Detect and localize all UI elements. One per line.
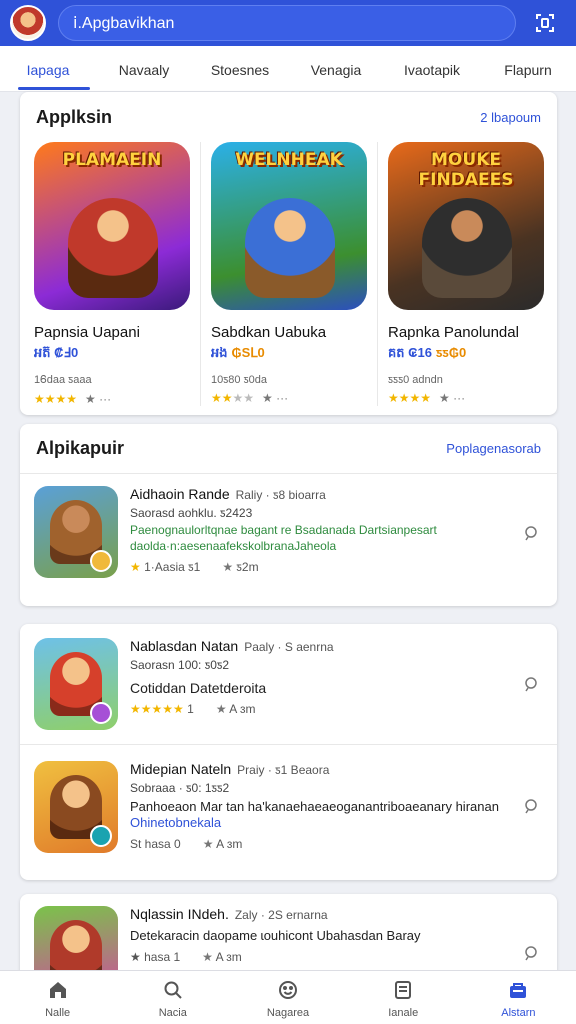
app-rating: ★★★★ ★ ··· [211, 391, 289, 405]
home-icon [0, 979, 115, 1003]
tab-2[interactable]: Navaaly [96, 46, 192, 92]
smiley-icon [230, 979, 345, 1003]
app-price: គត ₢16 ƽƽ₲0 [388, 345, 467, 360]
app-cover-title: WELNHEAK [235, 150, 343, 170]
app-cover-image: MOUKE FINDAEES [388, 142, 544, 310]
nav-games[interactable]: Nagarea [230, 971, 345, 1024]
bag-icon [461, 979, 576, 1003]
app-rating: ★ hasa 1 ★ A ɜm [130, 950, 242, 964]
app-icon [34, 638, 118, 730]
app-meta: 10ƽ80 ƽ0da [211, 374, 267, 386]
bottom-navigation: Nalle Nacia Nagarea Ianale Alstarn [0, 970, 576, 1024]
list-icon [346, 979, 461, 1003]
app-meta: Saorasd aohklu. ƽ2423 [130, 506, 253, 520]
app-cover-title: MOUKE FINDAEES [418, 150, 514, 190]
app-meta: ƽƽƽ0 adndn [388, 374, 443, 386]
featured-card: Applksin 2 lbapoum PLAMAEIN Papnsia Uapa… [20, 92, 557, 415]
search-input[interactable]: ⅰ.Apgbavikhan [58, 5, 516, 41]
comment-icon[interactable] [523, 798, 539, 817]
category-tabs: Iapaga Navaaly Stoesnes Venagia Ivaotapi… [0, 46, 576, 92]
featured-see-all-link[interactable]: 2 lbapoum [480, 110, 541, 125]
app-price: អត៊ ₡Ⅎ0 [34, 345, 79, 360]
featured-app[interactable]: WELNHEAK Sabdkan Uabuka អង ₲SⅬ0 10ƽ80 ƽ0d… [200, 142, 377, 406]
app-rating: ★★★★ ★ ··· [34, 392, 112, 406]
app-cover-image: WELNHEAK [211, 142, 367, 310]
app-description: Paenognaulorltqnae bagant re Bsadanada D… [130, 523, 437, 553]
app-name: Papnsia Uapani [34, 324, 140, 341]
nav-apps[interactable]: Alstarn [461, 971, 576, 1024]
app-icon [34, 761, 118, 853]
nav-library[interactable]: Ianale [346, 971, 461, 1024]
featured-app[interactable]: MOUKE FINDAEES Rapnka Panolundal គត ₢16 ƽ… [377, 142, 554, 406]
featured-title: Applksin [36, 106, 113, 127]
list-item[interactable]: Nablasdan Natan Paaly · S aenrna Saorasn … [20, 624, 557, 744]
nav-label: Nalle [45, 1007, 71, 1019]
app-icon [34, 486, 118, 578]
tab-1[interactable]: Iapaga [0, 46, 96, 92]
app-name: Nqlassin INdeh. Zaly · 2S ernarna [130, 906, 328, 922]
nav-label: Nacia [158, 1007, 187, 1019]
nav-label: Ianale [388, 1007, 419, 1019]
app-rating: ★★★★ ★ ··· [388, 391, 466, 405]
app-description: Panhoeaon Mar tan ha'kanaehaeaeoganantri… [130, 799, 499, 830]
tab-3[interactable]: Stoesnes [192, 46, 288, 92]
list-item[interactable]: Aidhaoin Rande Raliy · ƽ8 bioarra Saorasd… [20, 474, 557, 592]
app-cover-title: PLAMAEIN [62, 150, 162, 170]
app-description: Cotiddan Datetderoita [130, 680, 267, 696]
applications-list-card: Alpikapuir Poplagenasorab Aidhaoin Rande… [20, 424, 557, 606]
app-bar: ⅰ.Apgbavikhan [0, 0, 576, 46]
search-icon [115, 979, 230, 1003]
nav-home[interactable]: Nalle [0, 971, 115, 1024]
app-rating: ★★★★★ 1 ★ A ɜm [130, 702, 256, 716]
app-cover-image: PLAMAEIN [34, 142, 190, 310]
app-meta: Sobraaa · ƽ0: 1ƽƽ2 [130, 781, 230, 795]
app-name: Sabdkan Uabuka [211, 324, 327, 341]
featured-app[interactable]: PLAMAEIN Papnsia Uapani អត៊ ₡Ⅎ0 1Ꮾdaa ƽa… [34, 142, 200, 406]
scan-icon[interactable] [532, 10, 558, 36]
list-see-all-link[interactable]: Poplagenasorab [446, 441, 541, 456]
app-name: Rapnka Panolundal [388, 324, 519, 341]
app-description: Detekaracin daopame ɩouhicont Ubahasdan … [130, 928, 421, 943]
app-meta: Saorasn 100: ƽ0ƽ2 [130, 658, 230, 672]
app-name: Midepian Nateln Praiy · ƽ1 Beaora [130, 761, 330, 777]
app-rating: St hasa 0 ★ A ɜm [130, 837, 243, 851]
tab-5[interactable]: Ivaotapik [384, 46, 480, 92]
list-title: Alpikapuir [36, 438, 125, 458]
tab-4[interactable]: Venagia [288, 46, 384, 92]
applications-list-card: Nablasdan Natan Paaly · S aenrna Saorasn … [20, 624, 557, 880]
app-meta: 1Ꮾdaa ƽaaa [34, 374, 92, 386]
tab-6[interactable]: Flapurn [480, 46, 576, 92]
app-name: Nablasdan Natan Paaly · S aenrna [130, 638, 334, 654]
app-name: Aidhaoin Rande Raliy · ƽ8 bioarra [130, 486, 326, 502]
comment-icon[interactable] [523, 525, 539, 544]
comment-icon[interactable] [523, 945, 539, 964]
search-placeholder: ⅰ.Apgbavikhan [73, 15, 175, 32]
app-price: អង ₲SⅬ0 [211, 345, 265, 360]
nav-label: Nagarea [266, 1007, 310, 1019]
nav-label: Alstarn [501, 1007, 536, 1019]
profile-avatar[interactable] [10, 5, 46, 41]
list-item[interactable]: Midepian Nateln Praiy · ƽ1 Beaora Sobraaa… [20, 744, 557, 867]
comment-icon[interactable] [523, 676, 539, 695]
nav-search[interactable]: Nacia [115, 971, 230, 1024]
app-rating: ★ 1·Aasia ƽ1 ★ ƽ2m [130, 560, 259, 574]
